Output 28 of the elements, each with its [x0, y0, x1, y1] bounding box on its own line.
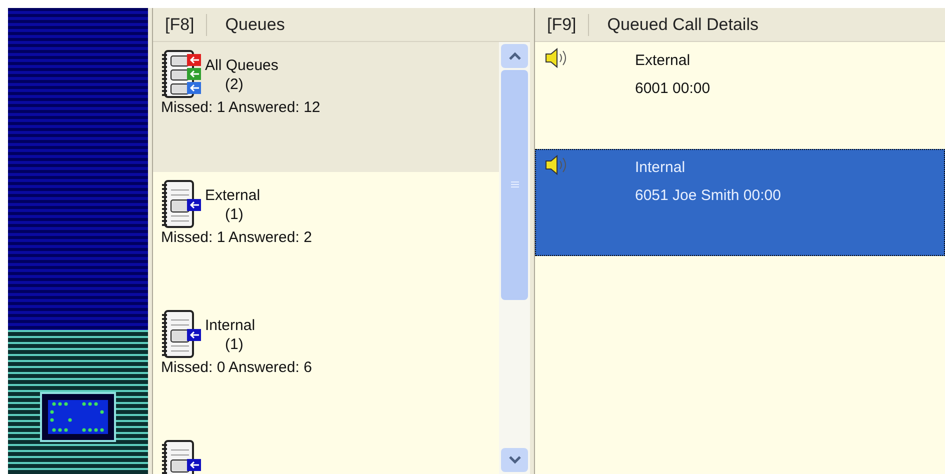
queue-name: External	[635, 51, 692, 71]
phone-book-icon	[161, 310, 203, 358]
hotkey-label: [F9]	[546, 14, 578, 36]
queue-item[interactable]: All Queues (2) Missed: 1 Answered: 12	[153, 42, 499, 172]
queue-stats: Missed: 0 Answered: 6	[161, 358, 313, 377]
call-details: 6051 Joe Smith 00:00	[635, 186, 781, 206]
phone-book-stack-icon	[161, 50, 203, 98]
queue-count: (1)	[224, 335, 244, 354]
queue-stats: Missed: 1 Answered: 12	[161, 98, 322, 117]
queue-count: (2)	[224, 75, 244, 94]
call-item[interactable]: Internal 6051 Joe Smith 00:00	[535, 149, 945, 256]
phone-book-icon	[161, 440, 203, 474]
scroll-down-button[interactable]	[501, 448, 528, 472]
queue-name: All Queues	[205, 56, 278, 75]
queue-name: External	[205, 186, 260, 205]
grip-icon	[510, 181, 518, 189]
call-details: 6001 00:00	[635, 79, 710, 99]
scrollbar[interactable]	[499, 42, 530, 474]
queue-name: Internal	[205, 316, 256, 335]
scroll-up-button[interactable]	[501, 44, 528, 68]
queue-name: Internal	[635, 158, 686, 178]
panel-title: Queues	[224, 14, 285, 36]
queue-count: (1)	[224, 205, 244, 224]
scroll-thumb[interactable]	[501, 70, 528, 300]
hotkey-label: [F8]	[164, 14, 196, 36]
panel-title: Queued Call Details	[606, 14, 758, 36]
queue-stats: Missed: 1 Answered: 2	[161, 228, 313, 247]
phone-book-icon	[161, 180, 203, 228]
